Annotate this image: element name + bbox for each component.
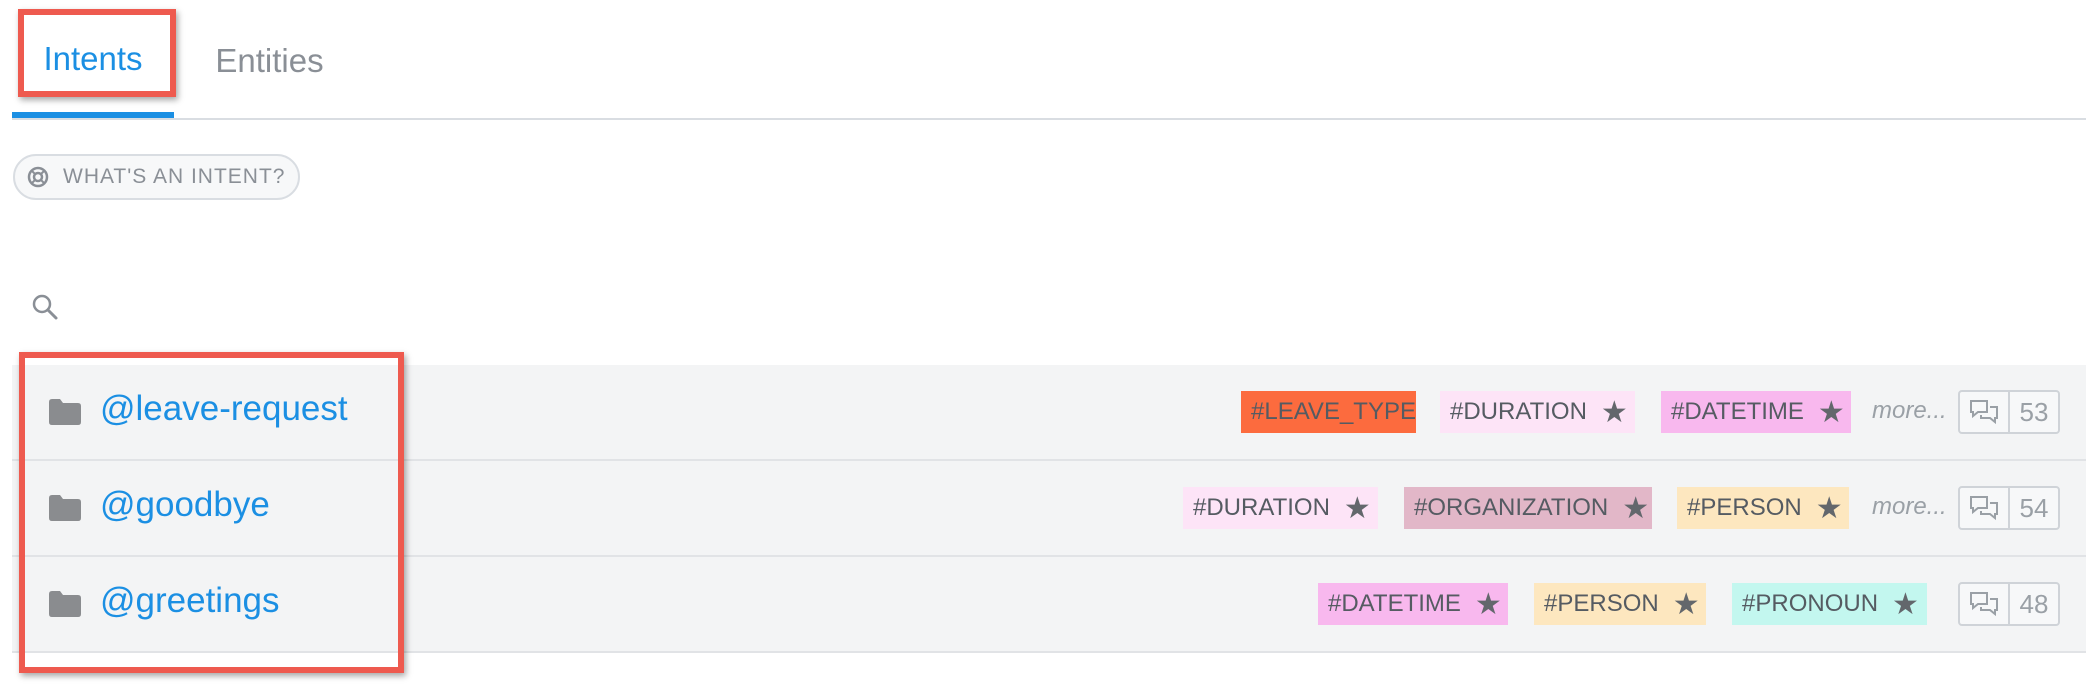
tag-label: #DURATION	[1193, 494, 1330, 521]
folder-icon	[49, 495, 81, 521]
utterance-count: 53	[2019, 396, 2049, 427]
intent-row[interactable]: @leave-request #LEAVE_TYPE #DURATION ★ #D…	[12, 365, 2086, 461]
intent-name-link[interactable]: @leave-request	[100, 389, 348, 429]
whats-an-intent-button[interactable]: WHAT'S AN INTENT?	[13, 154, 300, 200]
entity-tag[interactable]: #DURATION ★	[1440, 391, 1635, 433]
entity-tag[interactable]: #LEAVE_TYPE	[1241, 391, 1416, 433]
intent-row[interactable]: @goodbye #DURATION ★ #ORGANIZATION ★ #PERS…	[12, 461, 2086, 557]
star-icon: ★	[1622, 491, 1650, 525]
tag-label: #PERSON	[1544, 590, 1659, 617]
tag-label: #DURATION	[1450, 398, 1587, 425]
utterance-count-button[interactable]: 54	[1958, 486, 2060, 530]
entity-tag[interactable]: #PERSON ★	[1534, 583, 1706, 625]
utterance-count: 48	[2019, 588, 2049, 619]
more-link[interactable]: more...	[1872, 397, 1947, 425]
star-icon: ★	[1815, 491, 1843, 525]
tag-label: #DATETIME	[1671, 398, 1804, 425]
entity-tag[interactable]: #DATETIME ★	[1318, 583, 1508, 625]
star-icon: ★	[1672, 587, 1700, 621]
entity-tag[interactable]: #DURATION ★	[1183, 487, 1378, 529]
intent-name-link[interactable]: @goodbye	[100, 485, 270, 525]
entity-tag[interactable]: #PRONOUN ★	[1732, 583, 1927, 625]
tag-label: #LEAVE_TYPE	[1251, 398, 1416, 425]
utterance-count-button[interactable]: 53	[1958, 390, 2060, 434]
star-icon: ★	[1343, 491, 1371, 525]
tab-entities[interactable]: Entities	[182, 0, 357, 120]
star-icon: ★	[1600, 395, 1628, 429]
entity-tag[interactable]: #DATETIME ★	[1661, 391, 1851, 433]
comments-icon	[1970, 496, 1998, 521]
tag-label: #PERSON	[1687, 494, 1802, 521]
search-input[interactable]	[30, 292, 60, 322]
star-icon: ★	[1474, 587, 1502, 621]
tag-label: #DATETIME	[1328, 590, 1461, 617]
help-circle-icon	[27, 166, 49, 188]
folder-icon	[49, 591, 81, 617]
tab-intents[interactable]: Intents	[12, 0, 174, 118]
entity-tag[interactable]: #ORGANIZATION ★	[1404, 487, 1652, 529]
more-link[interactable]: more...	[1872, 493, 1947, 521]
search-icon	[32, 294, 58, 320]
comments-icon	[1970, 400, 1998, 425]
tab-bar: Intents Entities	[12, 0, 2086, 120]
intents-table: @leave-request #LEAVE_TYPE #DURATION ★ #D…	[12, 365, 2086, 653]
help-label: WHAT'S AN INTENT?	[63, 165, 286, 188]
entity-tag[interactable]: #PERSON ★	[1677, 487, 1849, 529]
comments-icon	[1970, 592, 1998, 617]
folder-icon	[49, 399, 81, 425]
tag-label: #PRONOUN	[1742, 590, 1879, 617]
utterance-count-button[interactable]: 48	[1958, 582, 2060, 626]
intent-name-link[interactable]: @greetings	[100, 581, 280, 621]
intent-row[interactable]: @greetings #DATETIME ★ #PERSON ★ #PRONOUN ★…	[12, 557, 2086, 653]
tag-label: #ORGANIZATION	[1414, 494, 1609, 521]
star-icon: ★	[1892, 587, 1919, 621]
utterance-count: 54	[2019, 492, 2049, 523]
star-icon: ★	[1817, 395, 1845, 429]
